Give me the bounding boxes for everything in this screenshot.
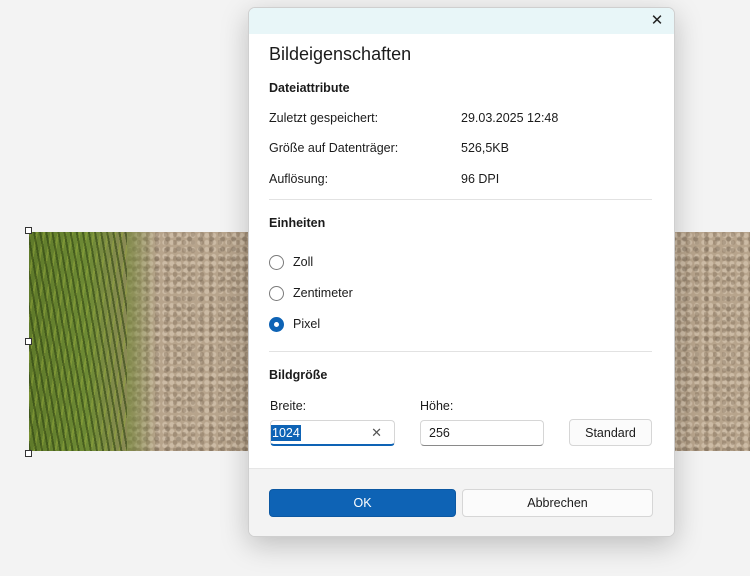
resolution-label: Auflösung: [269, 172, 329, 186]
disk-size-value: 526,5KB [461, 141, 509, 155]
disk-size-label: Größe auf Datenträger: [269, 141, 399, 155]
radio-centimeter[interactable]: Zentimeter [269, 283, 353, 303]
width-input[interactable]: 1024 ✕ [270, 420, 395, 446]
file-attributes-heading: Dateiattribute [269, 81, 350, 95]
width-input-value: 1024 [271, 424, 301, 441]
radio-inch-label: Zoll [293, 255, 314, 269]
width-label: Breite: [270, 399, 307, 413]
close-icon[interactable]: ✕ [646, 11, 668, 31]
ok-button[interactable]: OK [269, 489, 456, 517]
default-button[interactable]: Standard [569, 419, 652, 446]
resize-handle-bottom-left[interactable] [25, 450, 32, 457]
section-divider [269, 199, 652, 200]
grass-edge [127, 232, 157, 451]
dialog-footer: OK Abbrechen [249, 468, 674, 536]
units-heading: Einheiten [269, 216, 326, 230]
radio-pixel-label: Pixel [293, 317, 321, 331]
height-input-value: 256 [429, 426, 450, 440]
radio-centimeter-label: Zentimeter [293, 286, 353, 300]
height-label: Höhe: [420, 399, 454, 413]
dialog-title: Bildeigenschaften [269, 44, 412, 64]
last-saved-value: 29.03.2025 12:48 [461, 111, 559, 125]
resolution-value: 96 DPI [461, 172, 500, 186]
cancel-button[interactable]: Abbrechen [462, 489, 653, 517]
radio-inch[interactable]: Zoll [269, 252, 313, 272]
radio-pixel[interactable]: Pixel [269, 314, 320, 334]
radio-pixel-circle[interactable] [269, 316, 284, 332]
image-size-heading: Bildgröße [269, 368, 328, 382]
section-divider [269, 351, 652, 352]
radio-inch-circle[interactable] [269, 254, 284, 270]
dialog-titlebar: ✕ [249, 8, 674, 34]
resize-handle-top-left[interactable] [25, 227, 32, 234]
height-input[interactable]: 256 [420, 420, 544, 446]
grass-texture [29, 232, 127, 451]
clear-icon[interactable]: ✕ [371, 425, 382, 441]
radio-centimeter-circle[interactable] [269, 285, 284, 301]
last-saved-label: Zuletzt gespeichert: [269, 111, 379, 125]
resize-handle-middle-left[interactable] [25, 338, 32, 345]
image-properties-dialog: ✕ Bildeigenschaften Dateiattribute Zulet… [248, 7, 675, 537]
